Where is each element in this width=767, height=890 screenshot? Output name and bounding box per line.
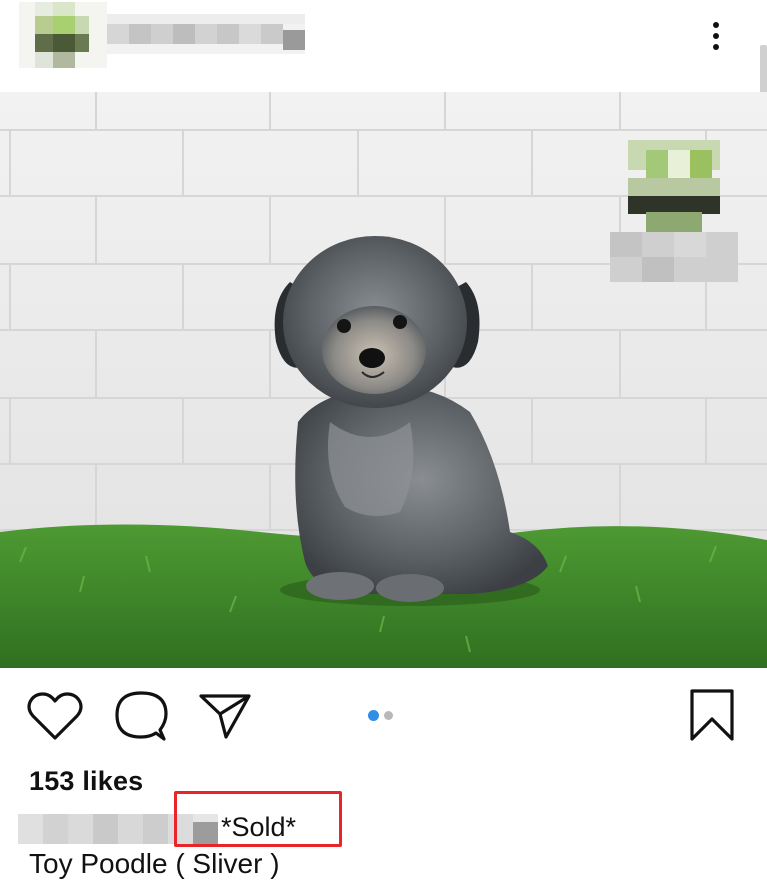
like-button[interactable]	[27, 692, 83, 742]
carousel-indicator	[368, 710, 393, 721]
carousel-dot-inactive	[384, 711, 393, 720]
post-photo[interactable]	[0, 92, 767, 668]
more-vertical-icon	[713, 22, 719, 28]
paper-plane-icon	[199, 694, 251, 739]
watermark-pixelated	[610, 140, 738, 282]
caption-line: *Sold*	[18, 791, 358, 847]
comment-button[interactable]	[114, 690, 168, 742]
dog-photo-image	[0, 92, 767, 668]
bookmark-icon	[690, 689, 734, 741]
avatar-pixelated-image	[19, 2, 107, 68]
avatar[interactable]	[19, 2, 107, 68]
heart-icon	[27, 692, 83, 740]
likes-count[interactable]: 153 likes	[29, 766, 143, 797]
comment-bubble-icon	[115, 691, 168, 741]
carousel-dot-active	[368, 710, 379, 721]
more-vertical-icon-dot	[713, 44, 719, 50]
username-pixelated[interactable]	[107, 14, 305, 54]
more-vertical-icon-dot	[713, 33, 719, 39]
caption-description: Toy Poodle ( Sliver )	[29, 848, 280, 879]
more-options-button[interactable]	[700, 14, 732, 58]
username-blur-image	[107, 14, 305, 54]
post-action-bar	[0, 668, 767, 760]
save-button[interactable]	[688, 688, 736, 742]
annotation-highlight-box	[174, 791, 342, 847]
share-button[interactable]	[198, 690, 252, 740]
post-header	[0, 0, 767, 135]
